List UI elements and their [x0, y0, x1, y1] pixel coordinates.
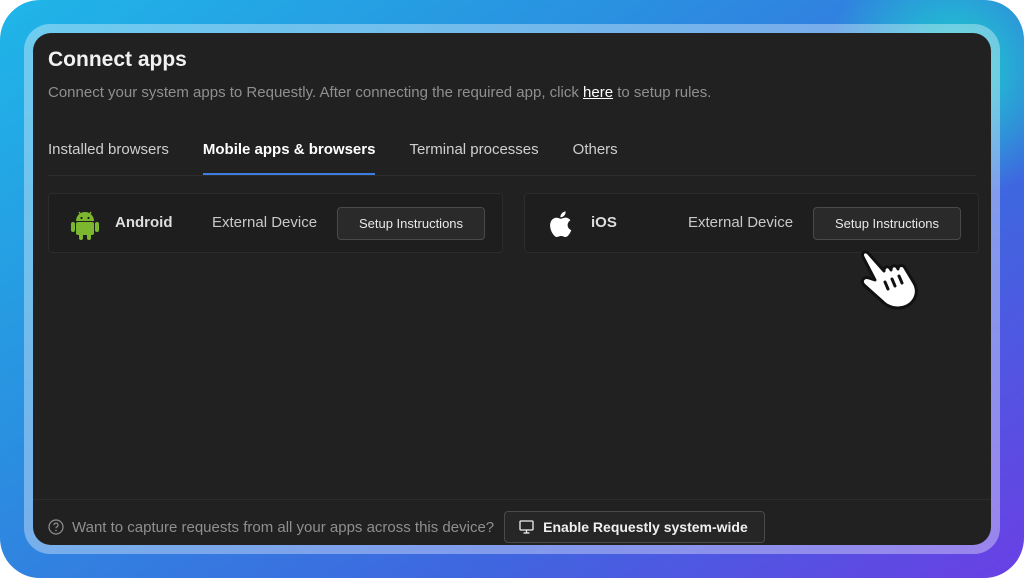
footer-bar: Want to capture requests from all your a… [48, 511, 765, 543]
subtitle-text-prefix: Connect your system apps to Requestly. A… [48, 84, 584, 101]
android-icon [71, 211, 99, 240]
enable-system-wide-label: Enable Requestly system-wide [543, 519, 748, 535]
footer-divider [33, 499, 991, 500]
connect-apps-window: Connect apps Connect your system apps to… [33, 33, 991, 545]
apple-icon [550, 211, 572, 238]
subtitle-text-suffix: to setup rules. [613, 84, 712, 101]
monitor-icon [519, 520, 534, 534]
android-setup-instructions-button[interactable]: Setup Instructions [337, 207, 485, 240]
question-circle-icon [48, 519, 64, 535]
tab-others[interactable]: Others [573, 141, 618, 175]
tab-installed-browsers[interactable]: Installed browsers [48, 141, 169, 175]
app-card-ios: iOS External Device Setup Instructions [524, 193, 979, 253]
app-name-android: Android [115, 214, 173, 231]
tab-divider [48, 175, 976, 176]
setup-rules-link[interactable]: here [583, 84, 613, 101]
page-subtitle: Connect your system apps to Requestly. A… [48, 84, 711, 101]
enable-system-wide-button[interactable]: Enable Requestly system-wide [504, 511, 765, 543]
app-name-ios: iOS [591, 214, 617, 231]
pointer-hand-icon [860, 250, 918, 310]
tab-terminal-processes[interactable]: Terminal processes [409, 141, 538, 175]
background-frame: Connect apps Connect your system apps to… [0, 0, 1024, 578]
ios-setup-instructions-button[interactable]: Setup Instructions [813, 207, 961, 240]
page-title: Connect apps [48, 48, 187, 71]
app-card-android: Android External Device Setup Instructio… [48, 193, 503, 253]
footer-question-text: Want to capture requests from all your a… [72, 518, 495, 536]
app-kind-android: External Device [212, 214, 318, 231]
tab-bar: Installed browsers Mobile apps & browser… [48, 141, 618, 175]
app-kind-ios: External Device [688, 214, 794, 231]
tab-mobile-apps-browsers[interactable]: Mobile apps & browsers [202, 141, 375, 175]
